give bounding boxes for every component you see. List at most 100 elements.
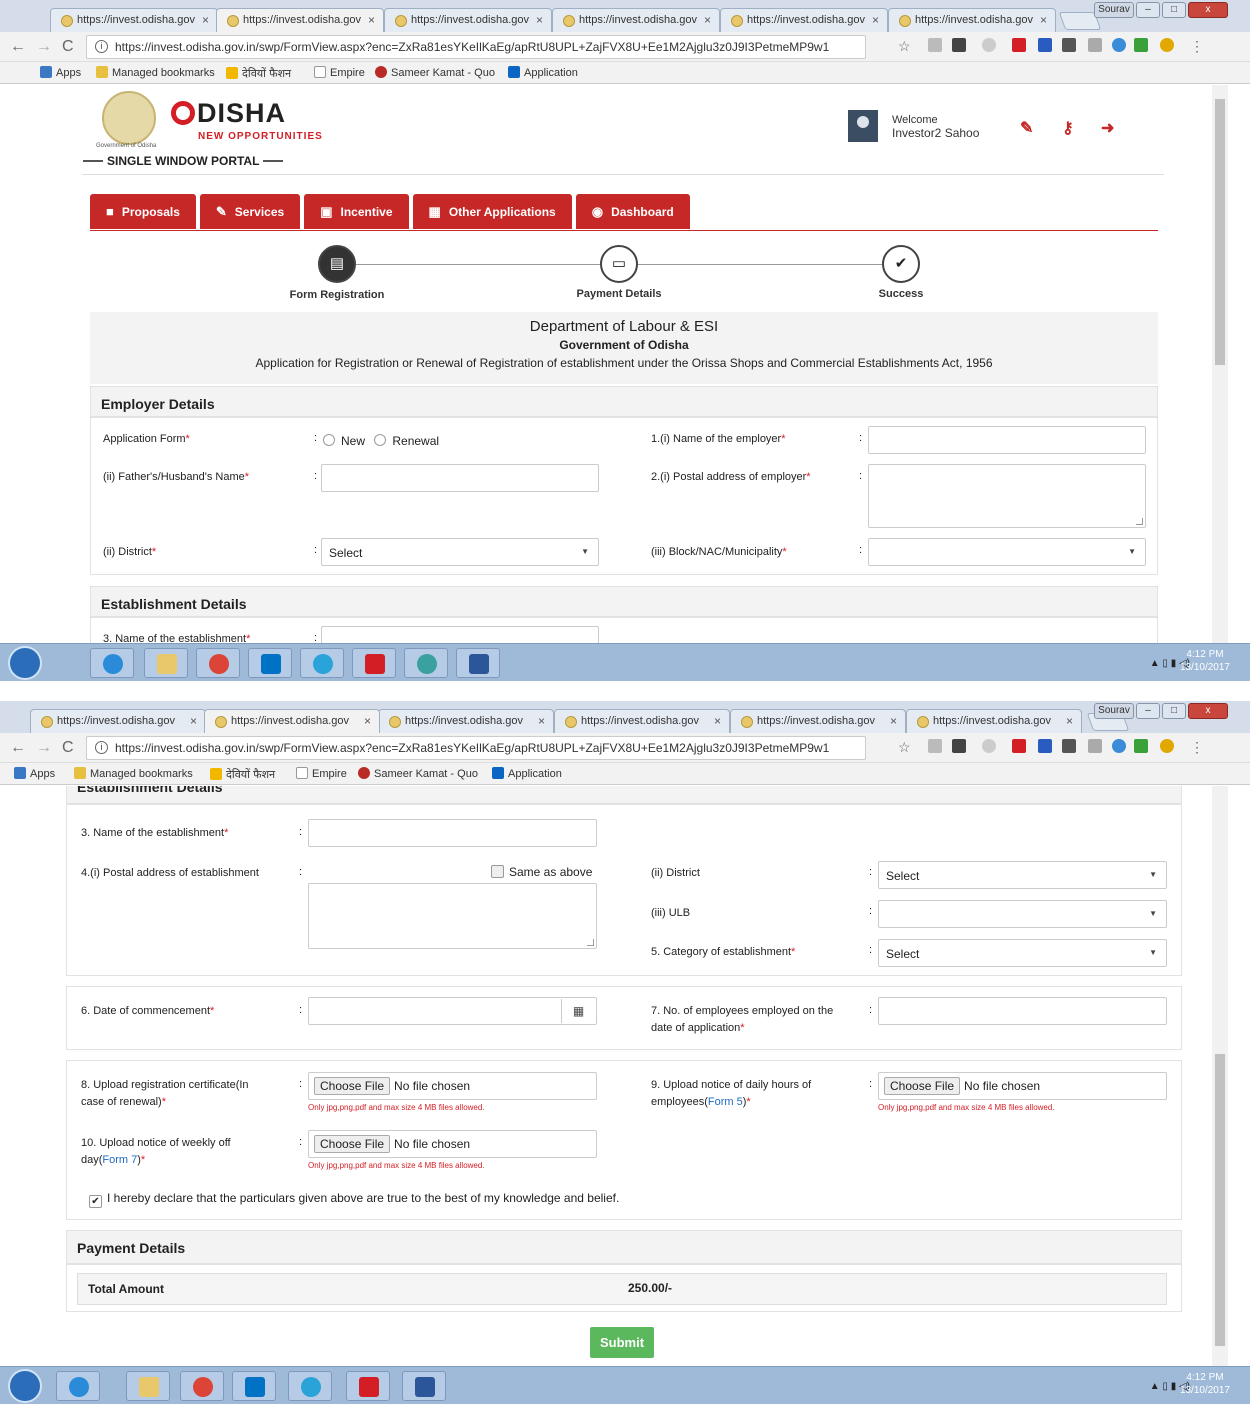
- taskbar-app[interactable]: [144, 648, 188, 678]
- extension-icon[interactable]: [928, 739, 942, 753]
- key-icon[interactable]: ⚷: [1062, 118, 1074, 138]
- taskbar-app[interactable]: [180, 1371, 224, 1401]
- forward-icon[interactable]: →: [36, 739, 52, 757]
- close-tab-icon[interactable]: ×: [872, 13, 879, 27]
- browser-tab[interactable]: https://invest.odisha.gov ×: [30, 709, 206, 733]
- maximize-button[interactable]: □: [1162, 2, 1186, 18]
- same-as-above-checkbox[interactable]: Same as above: [491, 864, 592, 881]
- bookmark-hindi[interactable]: देवियों फैशन: [226, 66, 291, 81]
- taskbar-app[interactable]: [352, 648, 396, 678]
- close-tab-icon[interactable]: ×: [536, 13, 543, 27]
- forward-icon[interactable]: →: [36, 38, 52, 56]
- bookmark-apps[interactable]: Apps: [40, 66, 81, 79]
- extension-icon[interactable]: [1038, 739, 1052, 753]
- close-tab-icon[interactable]: ×: [202, 13, 209, 27]
- extension-icon[interactable]: [1160, 739, 1174, 753]
- start-button[interactable]: [8, 1369, 42, 1403]
- submit-button[interactable]: Submit: [590, 1327, 654, 1358]
- bookmark-managed[interactable]: Managed bookmarks: [74, 767, 193, 780]
- extension-icon[interactable]: [982, 739, 996, 753]
- establishment-postal-textarea[interactable]: [308, 883, 597, 949]
- page-scrollbar[interactable]: [1212, 786, 1228, 1366]
- taskbar-app[interactable]: [300, 648, 344, 678]
- close-tab-icon[interactable]: ×: [190, 714, 197, 728]
- taskbar-app[interactable]: [232, 1371, 276, 1401]
- extension-icon[interactable]: [952, 38, 966, 52]
- close-tab-icon[interactable]: ×: [890, 714, 897, 728]
- browser-tab-active[interactable]: https://invest.odisha.gov ×: [216, 8, 384, 32]
- taskbar-app[interactable]: [126, 1371, 170, 1401]
- bookmark-application[interactable]: Application: [508, 66, 578, 79]
- radio-new[interactable]: New: [323, 434, 365, 448]
- minimize-button[interactable]: –: [1136, 2, 1160, 18]
- scrollbar-thumb[interactable]: [1215, 1054, 1225, 1346]
- extension-icon[interactable]: [1112, 38, 1126, 52]
- close-tab-icon[interactable]: ×: [704, 13, 711, 27]
- close-window-button[interactable]: x: [1188, 2, 1228, 18]
- menu-icon[interactable]: ⋮: [1190, 38, 1204, 55]
- maximize-button[interactable]: □: [1162, 703, 1186, 719]
- radio-renewal[interactable]: Renewal: [374, 434, 439, 448]
- close-tab-icon[interactable]: ×: [714, 714, 721, 728]
- close-tab-icon[interactable]: ×: [1040, 13, 1047, 27]
- reload-icon[interactable]: C: [62, 739, 74, 757]
- bookmark-sameer[interactable]: Sameer Kamat - Quo: [375, 66, 495, 79]
- info-icon[interactable]: i: [95, 40, 108, 53]
- back-icon[interactable]: ←: [10, 38, 26, 56]
- establishment-name-input[interactable]: [308, 819, 597, 847]
- taskbar-app[interactable]: [288, 1371, 332, 1401]
- upload-certificate-input[interactable]: Choose File No file chosen: [308, 1072, 597, 1100]
- browser-tab-active[interactable]: https://invest.odisha.gov ×: [204, 709, 380, 733]
- father-name-input[interactable]: [321, 464, 599, 492]
- extension-icon[interactable]: [982, 38, 996, 52]
- declaration-checkbox[interactable]: ✔ I hereby declare that the particulars g…: [89, 1190, 619, 1208]
- tab-dashboard[interactable]: ◉ Dashboard: [575, 194, 690, 229]
- extension-icon[interactable]: [952, 739, 966, 753]
- extension-icon[interactable]: [928, 38, 942, 52]
- choose-file-button[interactable]: Choose File: [314, 1077, 391, 1095]
- start-button[interactable]: [8, 646, 42, 680]
- close-tab-icon[interactable]: ×: [368, 13, 375, 27]
- upload-daily-hours-input[interactable]: Choose File No file chosen: [878, 1072, 1167, 1100]
- bookmark-managed[interactable]: Managed bookmarks: [96, 66, 215, 79]
- district-select[interactable]: Select ▼: [321, 538, 599, 566]
- back-icon[interactable]: ←: [10, 739, 26, 757]
- browser-tab[interactable]: https://invest.odisha.gov ×: [906, 709, 1082, 733]
- address-bar[interactable]: i https://invest.odisha.gov.in/swp/FormVi…: [86, 35, 866, 59]
- info-icon[interactable]: i: [95, 741, 108, 754]
- edit-icon[interactable]: ✎: [1020, 118, 1033, 138]
- minimize-button[interactable]: –: [1136, 703, 1160, 719]
- taskbar-app[interactable]: [402, 1371, 446, 1401]
- tab-services[interactable]: ✎ Services: [199, 194, 301, 229]
- checkmark-extension-icon[interactable]: [1134, 38, 1148, 52]
- gmail-icon[interactable]: [1012, 739, 1026, 753]
- address-bar[interactable]: i https://invest.odisha.gov.in/swp/FormVi…: [86, 736, 866, 760]
- close-tab-icon[interactable]: ×: [1066, 714, 1073, 728]
- close-tab-icon[interactable]: ×: [538, 714, 545, 728]
- browser-tab[interactable]: https://invest.odisha.gov ×: [378, 709, 554, 733]
- postal-address-textarea[interactable]: [868, 464, 1146, 528]
- menu-icon[interactable]: ⋮: [1190, 739, 1204, 756]
- extension-icon[interactable]: [1088, 38, 1102, 52]
- upload-weekly-off-input[interactable]: Choose File No file chosen: [308, 1130, 597, 1158]
- bookmark-sameer[interactable]: Sameer Kamat - Quo: [358, 767, 478, 780]
- browser-tab[interactable]: https://invest.odisha.gov ×: [50, 8, 218, 32]
- tab-other-applications[interactable]: ▦ Other Applications: [412, 194, 572, 229]
- taskbar-app[interactable]: [56, 1371, 100, 1401]
- bookmark-empire[interactable]: Empire: [314, 66, 365, 79]
- bookmark-star-icon[interactable]: ☆: [898, 38, 911, 55]
- extension-icon[interactable]: [1062, 38, 1076, 52]
- form-7-link[interactable]: Form 7: [102, 1154, 137, 1166]
- choose-file-button[interactable]: Choose File: [314, 1135, 391, 1153]
- bookmark-application[interactable]: Application: [492, 767, 562, 780]
- establishment-district-select[interactable]: Select ▼: [878, 861, 1167, 889]
- form-5-link[interactable]: Form 5: [708, 1096, 743, 1108]
- profile-button[interactable]: Sourav: [1094, 703, 1134, 719]
- bookmark-hindi[interactable]: देवियों फैशन: [210, 767, 275, 782]
- extension-icon[interactable]: [1088, 739, 1102, 753]
- category-select[interactable]: Select ▼: [878, 939, 1167, 967]
- taskbar-app[interactable]: [248, 648, 292, 678]
- scrollbar-thumb[interactable]: [1215, 99, 1225, 365]
- employer-name-input[interactable]: [868, 426, 1146, 454]
- reload-icon[interactable]: C: [62, 38, 74, 56]
